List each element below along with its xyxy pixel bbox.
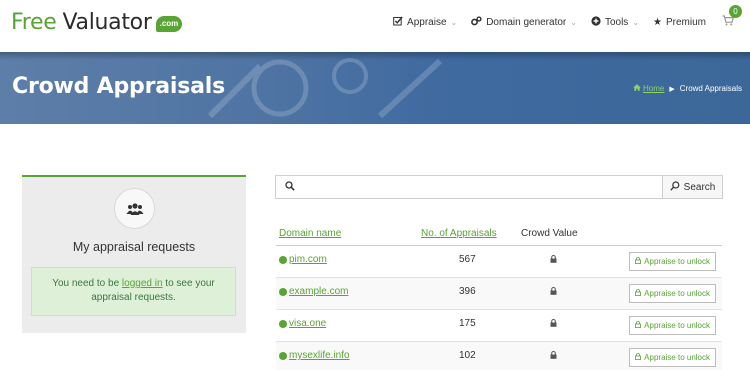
table-header: Domain name No. of Appraisals Crowd Valu… — [276, 224, 722, 246]
gears-icon — [471, 15, 482, 29]
nav-item-appraise[interactable]: Appraise ⌄ — [393, 16, 457, 29]
page-title: Crowd Appraisals — [12, 74, 225, 99]
globe-icon — [279, 351, 287, 360]
appraisal-requests-card: My appraisal requests You need to be log… — [22, 175, 246, 333]
domain-link[interactable]: example.com — [279, 286, 348, 297]
domain-link[interactable]: visa.one — [279, 318, 326, 329]
site-header: Free Valuator .com Appraise ⌄ Domain gen… — [0, 0, 750, 52]
globe-icon — [279, 255, 287, 264]
table-row: pim.com 567 Appraise to unlock — [276, 246, 722, 278]
globe-icon — [279, 287, 287, 296]
home-icon — [633, 84, 641, 93]
lock-icon — [635, 353, 642, 362]
search-icon — [669, 180, 680, 194]
domain-name: example.com — [289, 286, 349, 297]
search-button[interactable]: Search — [662, 176, 722, 198]
appraise-to-unlock-button[interactable]: Appraise to unlock — [629, 316, 716, 335]
breadcrumb-current: Crowd Appraisals — [679, 84, 742, 93]
domain-link[interactable]: pim.com — [279, 254, 327, 265]
star-icon: ★ — [653, 16, 662, 28]
search-input[interactable] — [301, 177, 662, 197]
cart-button[interactable]: 0 — [722, 5, 742, 29]
page-banner: Crowd Appraisals Home ▶ Crowd Appraisals — [0, 52, 750, 124]
card-title: My appraisal requests — [72, 240, 196, 254]
domain-name: pim.com — [289, 254, 327, 265]
chevron-down-icon: ⌄ — [450, 17, 458, 27]
plus-circle-icon — [591, 15, 601, 29]
unlock-button-label: Appraise to unlock — [644, 289, 710, 298]
nav-item-tools[interactable]: Tools ⌄ — [591, 15, 640, 29]
unlock-button-label: Appraise to unlock — [644, 321, 710, 330]
search-icon — [285, 180, 295, 194]
table-row: mysexlife.info 102 Appraise to unlock — [276, 342, 722, 370]
logo-badge: .com — [155, 15, 183, 32]
lock-icon — [550, 254, 557, 266]
nav-label-appraise: Appraise — [407, 16, 447, 28]
appraisal-count: 175 — [459, 318, 476, 329]
table-row: example.com 396 Appraise to unlock — [276, 278, 722, 310]
unlock-button-label: Appraise to unlock — [644, 353, 710, 362]
lock-icon — [550, 318, 557, 330]
users-icon — [114, 188, 155, 229]
breadcrumb-home-link[interactable]: Home — [643, 84, 664, 93]
search-bar: Search — [275, 175, 723, 199]
lock-icon — [550, 350, 557, 362]
nav-label-tools: Tools — [604, 16, 629, 28]
banner-background-graphic — [207, 58, 443, 119]
domain-link[interactable]: mysexlife.info — [279, 350, 350, 361]
lock-icon — [635, 257, 642, 266]
appraise-to-unlock-button[interactable]: Appraise to unlock — [629, 284, 716, 303]
chevron-right-icon: ▶ — [669, 85, 675, 93]
appraise-to-unlock-button[interactable]: Appraise to unlock — [629, 252, 716, 271]
breadcrumb: Home ▶ Crowd Appraisals — [633, 84, 742, 93]
nav-item-premium[interactable]: ★ Premium — [653, 17, 706, 28]
chevron-down-icon: ⌄ — [632, 17, 640, 27]
appraisal-count: 396 — [459, 286, 476, 297]
logo-valuator-text: Valuator — [62, 10, 152, 35]
main-nav: Appraise ⌄ Domain generator ⌄ Tools ⌄ ★ … — [393, 0, 750, 44]
lock-icon — [635, 321, 642, 330]
table-row: visa.one 175 Appraise to unlock — [276, 310, 722, 342]
lock-icon — [635, 289, 642, 298]
site-logo[interactable]: Free Valuator .com — [11, 10, 183, 35]
column-header-domain[interactable]: Domain name — [279, 228, 341, 239]
login-link[interactable]: logged in — [122, 278, 163, 289]
appraisal-count: 567 — [459, 254, 476, 265]
appraisal-count: 102 — [459, 350, 476, 361]
nav-label-premium: Premium — [665, 16, 706, 28]
unlock-button-label: Appraise to unlock — [644, 257, 710, 266]
column-header-crowd-value: Crowd Value — [521, 228, 578, 239]
nav-label-domain-generator: Domain generator — [486, 16, 567, 28]
appraise-to-unlock-button[interactable]: Appraise to unlock — [629, 348, 716, 367]
globe-icon — [279, 319, 287, 328]
login-alert: You need to be logged in to see your app… — [31, 267, 236, 316]
crowd-appraisals-table: Domain name No. of Appraisals Crowd Valu… — [276, 224, 722, 370]
domain-name: visa.one — [289, 318, 327, 329]
lock-icon — [550, 286, 557, 298]
search-button-label: Search — [683, 181, 716, 193]
nav-item-domain-generator[interactable]: Domain generator ⌄ — [471, 15, 577, 29]
check-square-icon — [393, 16, 403, 29]
cart-count-badge: 0 — [729, 5, 742, 18]
column-header-appraisal-count[interactable]: No. of Appraisals — [421, 228, 497, 239]
search-field-wrapper — [276, 176, 662, 198]
domain-name: mysexlife.info — [289, 350, 350, 361]
logo-free-text: Free — [11, 10, 57, 35]
alert-text-prefix: You need to be — [52, 278, 122, 289]
chevron-down-icon: ⌄ — [570, 17, 577, 27]
